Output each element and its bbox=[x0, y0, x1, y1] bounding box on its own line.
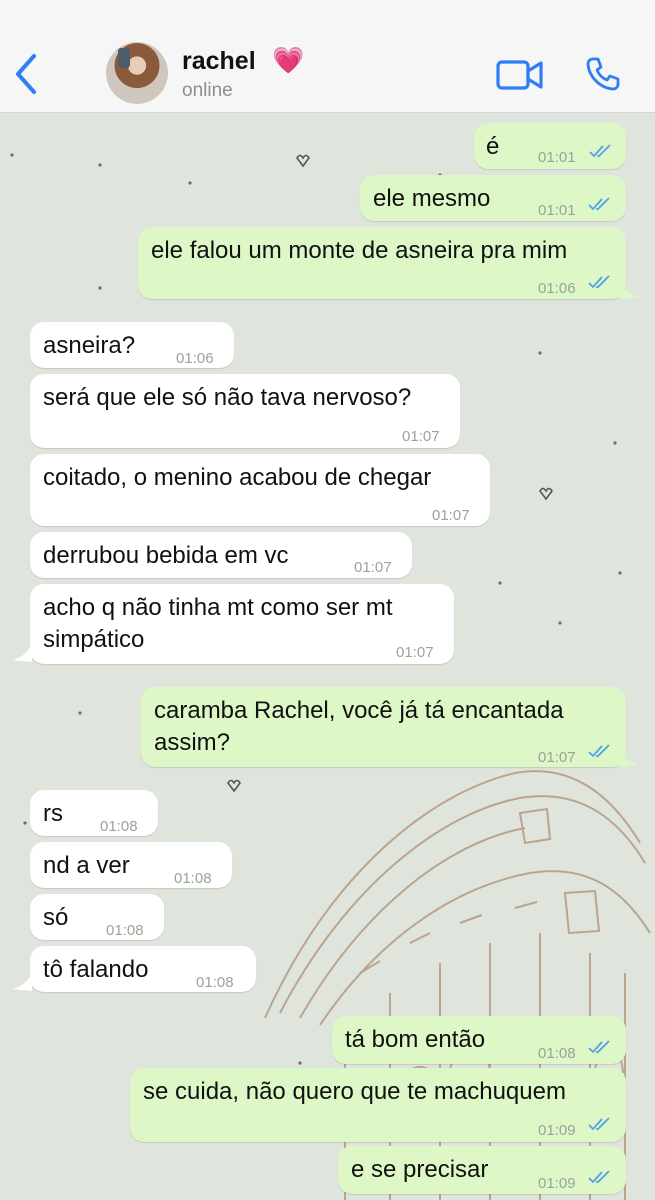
message-bubble-outgoing[interactable]: e se precisar 01:09 bbox=[338, 1146, 626, 1194]
video-call-icon[interactable] bbox=[496, 58, 544, 92]
message-bubble-outgoing[interactable]: tá bom então 01:08 bbox=[332, 1016, 626, 1064]
message-text: derrubou bebida em vc bbox=[43, 542, 289, 569]
bubble-tail bbox=[12, 644, 32, 662]
message-bubble-incoming[interactable]: só 01:08 bbox=[30, 894, 164, 940]
message-bubble-incoming[interactable]: asneira? 01:06 bbox=[30, 322, 234, 368]
read-receipt-icon bbox=[588, 1170, 610, 1184]
message-text: e se precisar bbox=[351, 1156, 489, 1183]
message-time: 01:06 bbox=[538, 280, 576, 297]
message-time: 01:08 bbox=[538, 1045, 576, 1062]
message-time: 01:07 bbox=[396, 644, 434, 661]
message-time: 01:01 bbox=[538, 202, 576, 219]
message-text: só bbox=[43, 904, 69, 931]
chevron-left-icon[interactable] bbox=[12, 52, 42, 96]
message-time: 01:09 bbox=[538, 1175, 576, 1192]
message-bubble-incoming[interactable]: coitado, o menino acabou de chegar 01:07 bbox=[30, 454, 490, 526]
bubble-tail bbox=[12, 973, 32, 991]
message-text-line2: simpático bbox=[43, 626, 145, 653]
message-time: 01:08 bbox=[106, 922, 144, 939]
bubble-tail bbox=[620, 281, 640, 299]
read-receipt-icon bbox=[589, 144, 611, 158]
message-text: rs bbox=[43, 800, 63, 827]
bubble-tail bbox=[620, 749, 640, 767]
message-text: é bbox=[486, 133, 500, 160]
message-bubble-incoming[interactable]: nd a ver 01:08 bbox=[30, 842, 232, 888]
message-time: 01:08 bbox=[174, 870, 212, 887]
message-time: 01:07 bbox=[354, 559, 392, 576]
message-time: 01:08 bbox=[196, 974, 234, 991]
avatar[interactable] bbox=[106, 42, 168, 104]
message-time: 01:07 bbox=[432, 507, 470, 524]
message-time: 01:07 bbox=[538, 749, 576, 766]
message-text: ele falou um monte de asneira pra mim bbox=[151, 237, 568, 264]
message-text-line2: assim? bbox=[154, 729, 231, 756]
read-receipt-icon bbox=[588, 1040, 610, 1054]
message-text: coitado, o menino acabou de chegar bbox=[43, 464, 432, 491]
message-text: caramba Rachel, você já tá encantada bbox=[154, 697, 564, 724]
message-text: acho q não tinha mt como ser mt bbox=[43, 594, 393, 621]
message-bubble-outgoing[interactable]: é 01:01 bbox=[474, 123, 626, 169]
message-bubble-incoming[interactable]: acho q não tinha mt como ser mt simpátic… bbox=[30, 584, 454, 664]
message-text: tá bom então bbox=[345, 1026, 486, 1053]
message-time: 01:07 bbox=[402, 428, 440, 445]
contact-name[interactable]: rachel bbox=[182, 47, 256, 76]
message-text: ele mesmo bbox=[373, 185, 491, 212]
message-bubble-outgoing[interactable]: caramba Rachel, você já tá encantada ass… bbox=[141, 687, 626, 767]
read-receipt-icon bbox=[588, 744, 610, 758]
message-text: nd a ver bbox=[43, 852, 130, 879]
message-bubble-incoming[interactable]: derrubou bebida em vc 01:07 bbox=[30, 532, 412, 578]
phone-call-icon[interactable] bbox=[585, 56, 621, 92]
read-receipt-icon bbox=[588, 275, 610, 289]
message-text: asneira? bbox=[43, 332, 136, 359]
message-bubble-incoming[interactable]: será que ele só não tava nervoso? 01:07 bbox=[30, 374, 460, 448]
message-time: 01:06 bbox=[176, 350, 214, 367]
message-text: será que ele só não tava nervoso? bbox=[43, 384, 412, 411]
chat-header: rachel 💗 online bbox=[0, 0, 655, 113]
message-bubble-incoming[interactable]: tô falando 01:08 bbox=[30, 946, 256, 992]
message-text: se cuida, não quero que te machuquem bbox=[143, 1078, 566, 1105]
message-bubble-incoming[interactable]: rs 01:08 bbox=[30, 790, 158, 836]
message-time: 01:08 bbox=[100, 818, 138, 835]
contact-status: online bbox=[182, 80, 233, 101]
message-time: 01:09 bbox=[538, 1122, 576, 1139]
message-bubble-outgoing[interactable]: ele falou um monte de asneira pra mim 01… bbox=[138, 227, 626, 299]
message-text: tô falando bbox=[43, 956, 149, 983]
chat-area[interactable]: é 01:01 ele mesmo 01:01 ele falou um mon… bbox=[0, 113, 655, 1200]
message-bubble-outgoing[interactable]: ele mesmo 01:01 bbox=[360, 175, 626, 221]
read-receipt-icon bbox=[588, 197, 610, 211]
message-bubble-outgoing[interactable]: se cuida, não quero que te machuquem 01:… bbox=[130, 1068, 626, 1142]
contact-emoji: 💗 bbox=[272, 45, 305, 75]
message-time: 01:01 bbox=[538, 149, 576, 166]
read-receipt-icon bbox=[588, 1117, 610, 1131]
